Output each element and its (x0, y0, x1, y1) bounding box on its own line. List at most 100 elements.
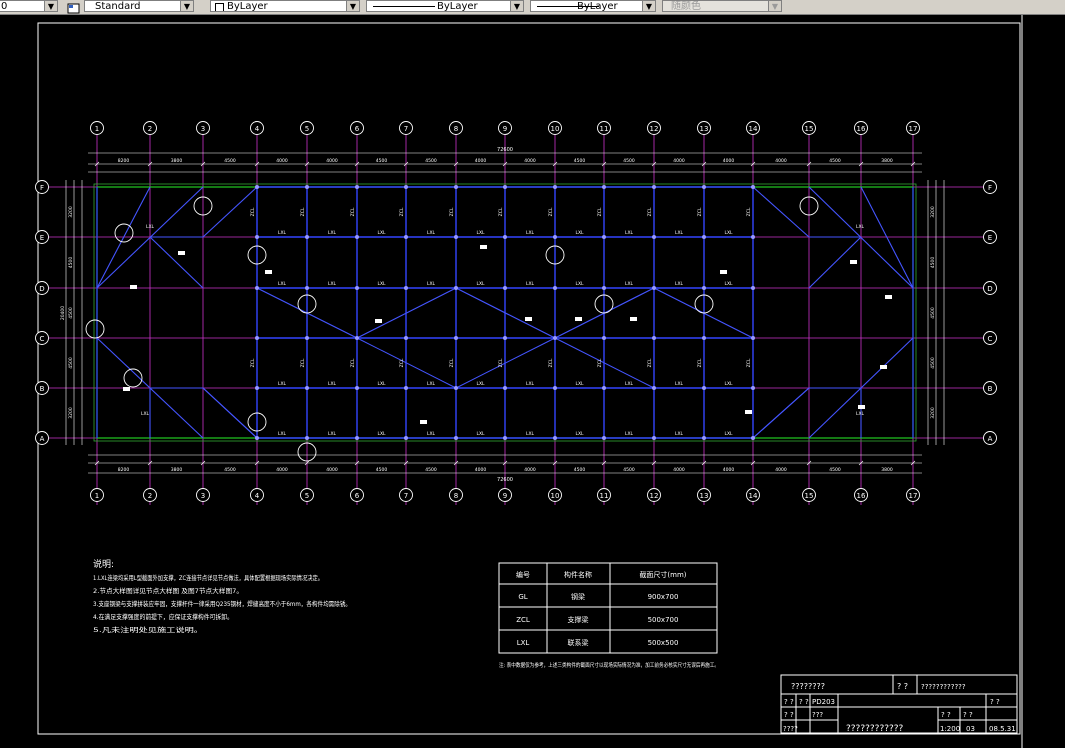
plotstyle-combo[interactable]: 随颜色 ▼ (662, 0, 782, 12)
axis-letter-right: B (988, 385, 993, 393)
node (305, 336, 309, 340)
node (652, 185, 656, 189)
node (602, 336, 606, 340)
node (454, 386, 458, 390)
chevron-down-icon[interactable]: ▼ (642, 1, 655, 11)
bay-dim-top: 4000 (723, 158, 735, 164)
text-style-value: Standard (95, 1, 141, 12)
axis-number-bottom: 3 (201, 492, 205, 500)
color-combo[interactable]: ByLayer ▼ (210, 0, 360, 12)
node (553, 286, 557, 290)
side-dim-left: 3200 (68, 407, 74, 419)
chevron-down-icon[interactable]: ▼ (510, 1, 523, 11)
bay-dim-top: 4500 (425, 158, 437, 164)
lineweight-combo[interactable]: ByLayer ▼ (530, 0, 656, 12)
notes-line-1: 1.LXL连梁均采用L型截面外加支撑，ZC连接节点详见节点做法，具体配置根据现场… (93, 573, 323, 582)
node (454, 436, 458, 440)
bay-dim-bottom: 4500 (425, 467, 437, 473)
section-mark (575, 317, 582, 321)
table-cell: LXL (517, 639, 530, 647)
axis-number-bottom: 13 (700, 492, 709, 500)
linetype-combo[interactable]: ByLayer ▼ (366, 0, 524, 12)
bay-dim-top: 3800 (881, 158, 893, 164)
properties-toolbar: 0 ▼ Standard ▼ ByLayer ▼ ByLayer ▼ ByLay… (0, 0, 1065, 15)
node (305, 436, 309, 440)
bay-dim-top: 3800 (171, 158, 183, 164)
corner-brace (202, 387, 258, 439)
axis-letter-right: C (988, 335, 993, 343)
bay-dim-top: 4500 (829, 158, 841, 164)
beam-label-lxl: LXL (856, 411, 865, 417)
beam-label-zcl: ZCL (746, 207, 752, 216)
axis-number-bottom: 14 (749, 492, 758, 500)
beam-label-lxl: LXL (278, 431, 287, 437)
beam-label-zcl: ZCL (697, 207, 703, 216)
node (751, 286, 755, 290)
chevron-down-icon[interactable]: ▼ (768, 1, 781, 11)
beam-label-lxl: LXL (575, 431, 584, 437)
plotstyle-value: 随颜色 (671, 1, 701, 12)
node (355, 286, 359, 290)
node (751, 185, 755, 189)
text-style-icon[interactable] (66, 0, 82, 14)
node (751, 235, 755, 239)
node (602, 436, 606, 440)
axis-number-bottom: 12 (650, 492, 659, 500)
node (255, 286, 259, 290)
node (454, 185, 458, 189)
axis-number-top: 16 (857, 125, 866, 133)
corner-brace (149, 236, 204, 289)
beam-label-zcl: ZCL (697, 358, 703, 367)
detail-bubble (85, 319, 105, 339)
bay-dim-bottom: 4000 (326, 467, 338, 473)
detail-bubble (114, 223, 134, 243)
node (355, 386, 359, 390)
beam-label-lxl: LXL (724, 281, 733, 287)
drawing-canvas[interactable]: 72600 72600 8200 8200 3800 3800 4500 4500 4000 40… (0, 15, 1065, 748)
title-project-name: ???????? (791, 682, 825, 691)
bay-dim-bottom: 4000 (723, 467, 735, 473)
node (255, 386, 259, 390)
beam-label-lxl: LXL (526, 281, 535, 287)
title-small-label: ? ? (897, 682, 908, 691)
beam-label-lxl: LXL (427, 381, 436, 387)
bay-dim-bottom: 4000 (276, 467, 288, 473)
node (255, 185, 259, 189)
node (404, 386, 408, 390)
chevron-down-icon[interactable]: ▼ (346, 1, 359, 11)
beam-label-lxl: LXL (377, 381, 386, 387)
node (751, 336, 755, 340)
node (702, 185, 706, 189)
beam-label-zcl: ZCL (300, 207, 306, 216)
beam-label-lxl: LXL (675, 381, 684, 387)
beam-label-lxl: LXL (675, 431, 684, 437)
beam-label-lxl: LXL (476, 281, 485, 287)
axis-number-bottom: 1 (95, 492, 99, 500)
linetype-preview (373, 6, 435, 7)
node (702, 235, 706, 239)
title-checker: ??? (812, 711, 823, 719)
beam-label-lxl: LXL (328, 281, 337, 287)
axis-letter-left: F (40, 184, 44, 192)
bay-dim-bottom: 4500 (829, 467, 841, 473)
text-style-combo[interactable]: Standard ▼ (84, 0, 194, 12)
axis-number-top: 8 (454, 125, 458, 133)
node (404, 185, 408, 189)
partial-combo[interactable]: 0 ▼ (0, 0, 58, 12)
beam-label-lxl: LXL (575, 230, 584, 236)
chevron-down-icon[interactable]: ▼ (180, 1, 193, 11)
beam-label-zcl: ZCL (647, 207, 653, 216)
axis-number-top: 6 (355, 125, 360, 133)
section-mark (885, 295, 892, 299)
node (602, 286, 606, 290)
axis-letter-left: E (40, 234, 44, 242)
chevron-down-icon[interactable]: ▼ (44, 1, 57, 11)
node (602, 386, 606, 390)
node (404, 235, 408, 239)
overall-dim-top: 72600 (497, 147, 513, 153)
bay-dim-bottom: 3800 (171, 467, 183, 473)
title-small-label: ? ? (784, 698, 794, 706)
node (751, 386, 755, 390)
beam-label-lxl: LXL (278, 381, 287, 387)
axis-number-bottom: 5 (305, 492, 309, 500)
